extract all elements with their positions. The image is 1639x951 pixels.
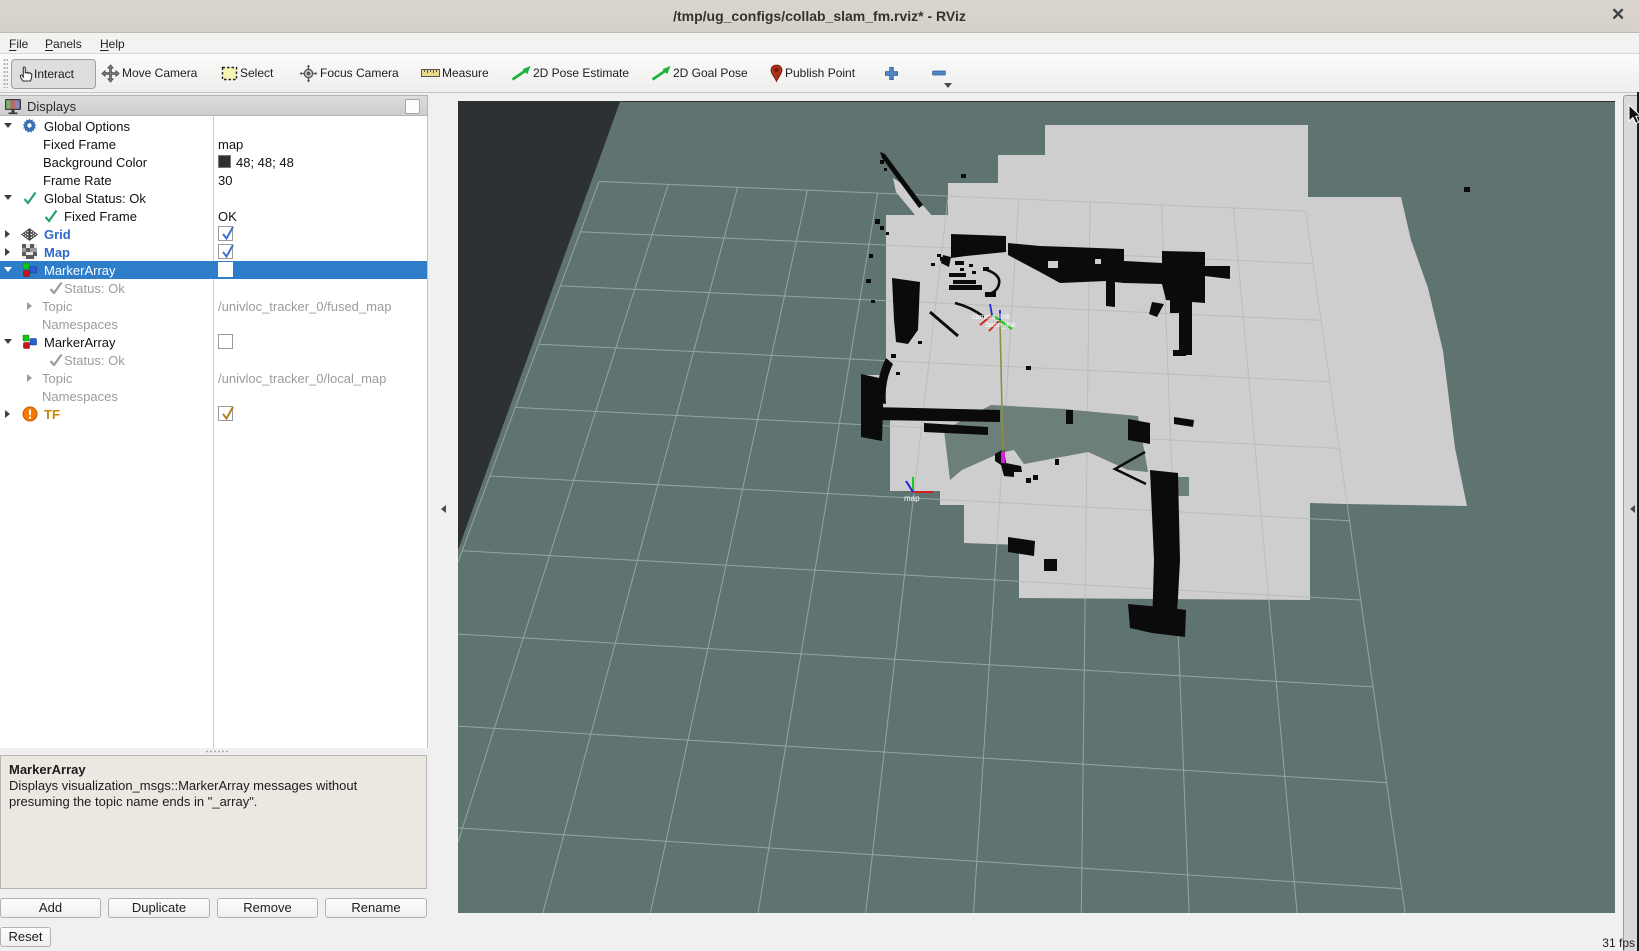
svg-text:base_link: base_link <box>986 322 1016 329</box>
svg-text:camera_link: camera_link <box>972 314 1010 321</box>
svg-text:map: map <box>904 494 920 503</box>
